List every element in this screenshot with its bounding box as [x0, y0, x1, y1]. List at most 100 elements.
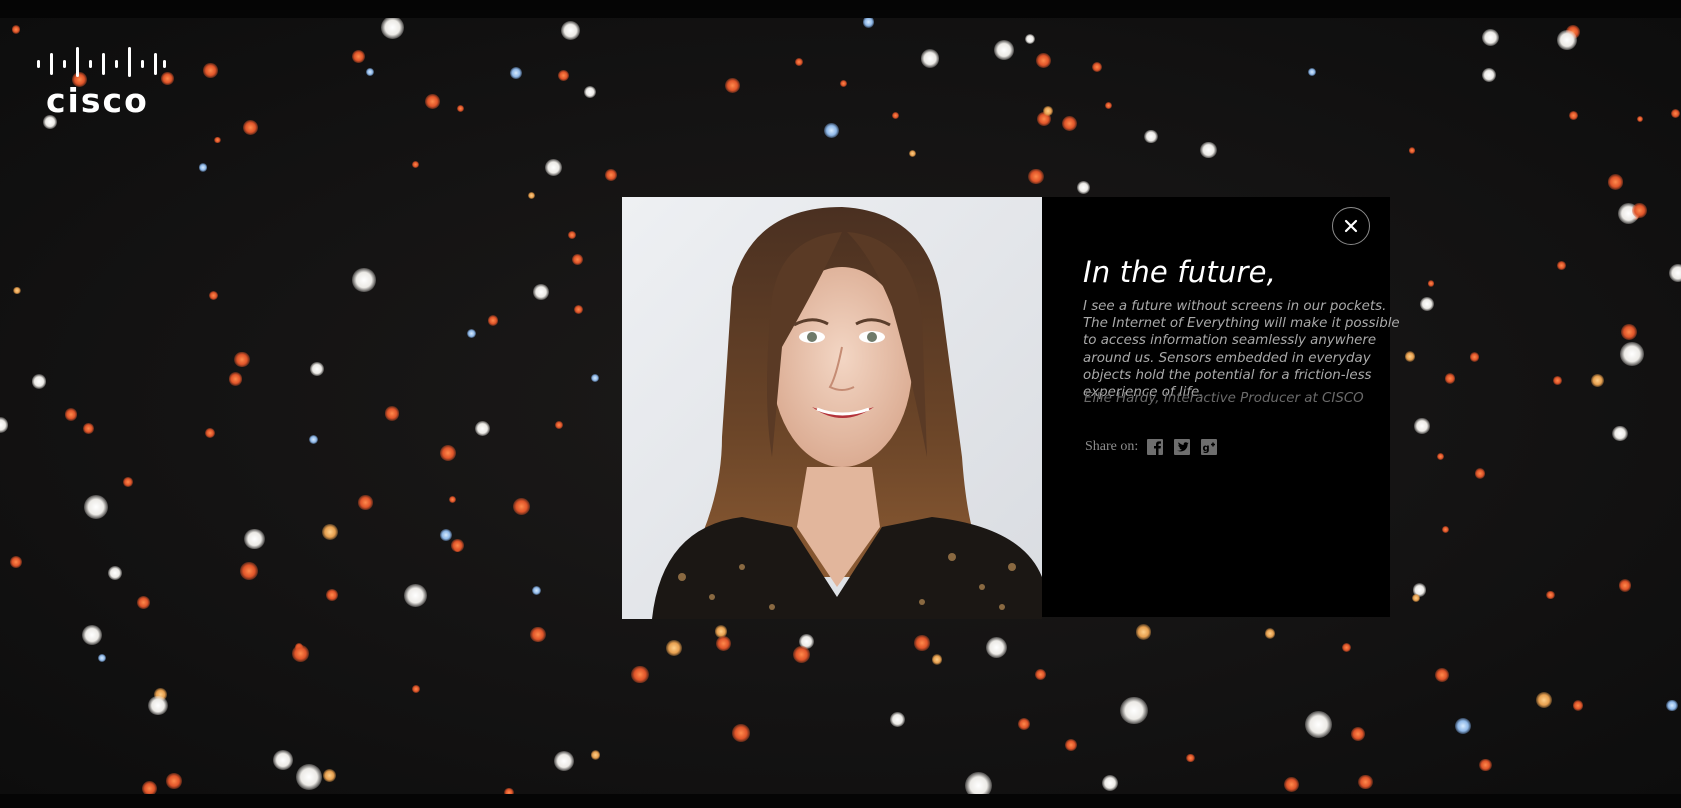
bokeh-light: [1405, 351, 1416, 362]
bokeh-light: [166, 773, 182, 790]
twitter-icon[interactable]: [1173, 438, 1191, 456]
bokeh-light: [1341, 642, 1352, 653]
portrait-photo: [622, 197, 1042, 619]
bokeh-light: [11, 25, 21, 34]
bokeh-light: [1120, 696, 1148, 725]
bokeh-light: [381, 18, 404, 39]
bokeh-light: [83, 494, 108, 520]
bokeh-light: [890, 712, 906, 728]
bokeh-light: [1024, 33, 1035, 45]
bokeh-light: [439, 529, 453, 542]
bokeh-light: [309, 361, 324, 376]
bokeh-light: [296, 763, 323, 790]
bokeh-light: [1264, 628, 1275, 639]
bokeh-light: [366, 67, 375, 76]
bokeh-light: [1666, 699, 1678, 712]
bokeh-light: [531, 585, 541, 595]
bokeh-light: [1186, 754, 1195, 763]
bokeh-light: [794, 57, 804, 67]
bokeh-light: [1283, 776, 1300, 793]
bokeh-light: [424, 93, 440, 109]
bokeh-light: [1454, 718, 1471, 735]
bokeh-light: [228, 372, 243, 386]
bokeh-light: [9, 555, 22, 569]
bokeh-light: [1043, 106, 1053, 116]
bokeh-light: [584, 85, 597, 99]
bokeh-light: [323, 768, 337, 782]
bokeh-light: [487, 315, 499, 326]
bokeh-light: [1435, 667, 1450, 683]
bokeh-light: [1669, 264, 1681, 283]
bokeh-light: [1076, 181, 1090, 194]
bokeh-light: [1572, 699, 1584, 711]
bokeh-light: [272, 750, 293, 771]
bokeh-light: [568, 231, 577, 240]
attribution: Ellie Hardy, Interactive Producer at CIS…: [1084, 391, 1364, 406]
bokeh-light: [1028, 168, 1045, 185]
quote-text: I see a future without screens in our po…: [1083, 299, 1400, 401]
close-button[interactable]: [1332, 207, 1370, 245]
bokeh-light: [553, 751, 574, 772]
top-bar: [0, 0, 1681, 18]
bokeh-light: [448, 495, 457, 503]
bokeh-light: [1304, 710, 1332, 738]
bokeh-light: [205, 427, 216, 438]
bokeh-light: [533, 283, 549, 300]
bokeh-light: [1101, 774, 1119, 792]
facebook-icon[interactable]: [1146, 438, 1164, 456]
bokeh-light: [1408, 146, 1416, 154]
bokeh-light: [1474, 468, 1486, 479]
bokeh-light: [1557, 260, 1566, 270]
bokeh-light: [0, 417, 9, 433]
bokeh-light: [1307, 67, 1317, 77]
bokeh-light: [1535, 691, 1553, 708]
bokeh-light: [1419, 296, 1435, 312]
bokeh-light: [920, 49, 940, 68]
bokeh-light: [198, 163, 208, 172]
bokeh-light: [384, 406, 400, 422]
bokeh-light: [1091, 61, 1103, 73]
bokeh-light: [1481, 68, 1497, 83]
bokeh-light: [558, 69, 570, 81]
bokeh-light: [1671, 108, 1681, 119]
bokeh-light: [1442, 525, 1450, 533]
bokeh-light: [1427, 280, 1434, 287]
bokeh-light: [591, 374, 600, 383]
bokeh-light: [1414, 418, 1430, 434]
bokeh-light: [1620, 323, 1637, 340]
bokeh-light: [148, 695, 168, 716]
bokeh-light: [439, 445, 456, 462]
bokeh-light: [43, 115, 57, 129]
bokeh-light: [561, 20, 581, 41]
bokeh-light: [1618, 579, 1632, 592]
bokeh-light: [1200, 141, 1217, 158]
bokeh-light: [358, 495, 373, 510]
bokeh-light: [1411, 593, 1420, 602]
bokeh-light: [1017, 717, 1030, 730]
bokeh-light: [544, 158, 563, 177]
cisco-logo[interactable]: cisco: [36, 44, 168, 116]
bokeh-light: [591, 750, 601, 760]
bokeh-light: [891, 112, 900, 120]
bokeh-light: [1479, 758, 1492, 772]
bokeh-light: [1035, 669, 1047, 681]
bokeh-light: [31, 374, 47, 389]
bokeh-light: [965, 771, 993, 794]
bokeh-light: [914, 635, 930, 651]
bokeh-light: [1062, 115, 1078, 131]
bokeh-light: [1612, 425, 1628, 442]
bokeh-light: [1591, 374, 1605, 388]
bokeh-light: [13, 286, 21, 295]
bokeh-light: [1631, 202, 1647, 218]
bokeh-light: [512, 497, 530, 515]
bokeh-light: [985, 636, 1007, 658]
bokeh-light: [322, 523, 339, 540]
bokeh-light: [1350, 726, 1366, 742]
bokeh-light: [605, 169, 618, 181]
bokeh-light: [83, 422, 95, 434]
bokeh-light: [993, 40, 1014, 61]
share-bar: Share on: g: [1085, 438, 1227, 456]
bokeh-light: [451, 539, 464, 552]
google-plus-icon[interactable]: g: [1200, 438, 1218, 456]
bokeh-light: [136, 595, 151, 610]
